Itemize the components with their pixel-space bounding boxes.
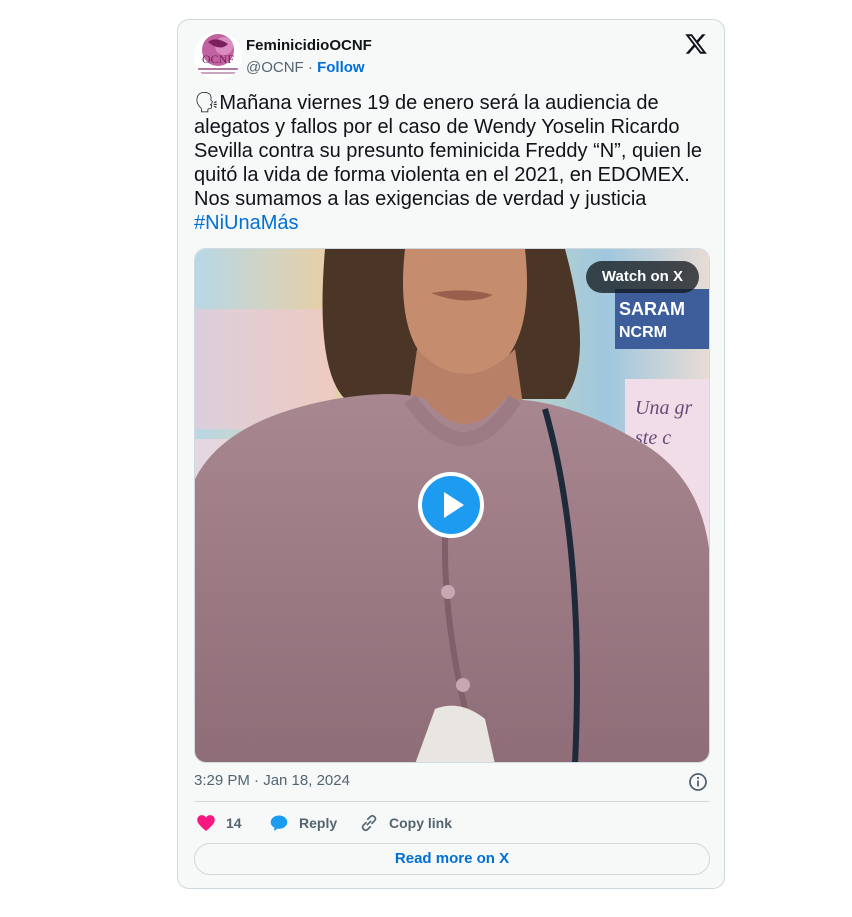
author-handle[interactable]: @OCNF <box>246 59 304 76</box>
divider <box>194 801 710 802</box>
hashtag-link[interactable]: #NiUnaMás <box>194 212 298 234</box>
copy-link-button[interactable]: Copy link <box>359 812 452 834</box>
svg-text:Una gr: Una gr <box>635 397 692 419</box>
svg-text:NCRM: NCRM <box>619 324 667 341</box>
avatar[interactable]: OCNF <box>194 32 242 80</box>
separator-dot: · <box>303 59 318 76</box>
video-player[interactable]: SARAM NCRM Una gr ste c Watch on X <box>194 248 710 763</box>
tweet-body: Mañana viernes 19 de enero será la audie… <box>194 92 708 210</box>
x-logo-icon[interactable] <box>684 32 708 56</box>
tweet-text: 🗣Mañana viernes 19 de enero será la audi… <box>194 91 710 235</box>
like-count: 14 <box>226 815 242 831</box>
tweet-timestamp[interactable]: 3:29 PM · Jan 18, 2024 <box>194 772 350 789</box>
follow-button[interactable]: Follow <box>317 59 365 76</box>
speaking-head-emoji: 🗣 <box>194 92 220 114</box>
svg-text:SARAM: SARAM <box>619 299 685 319</box>
ocnf-logo-icon: OCNF <box>194 32 242 80</box>
author-handle-row: @OCNF · Follow <box>246 59 365 76</box>
play-icon <box>444 492 464 518</box>
like-button[interactable]: 14 <box>196 812 242 834</box>
reply-button[interactable]: Reply <box>269 812 337 834</box>
reply-label: Reply <box>299 815 338 831</box>
author-display-name[interactable]: FeminicidioOCNF <box>246 37 372 54</box>
link-icon <box>361 814 377 832</box>
svg-text:OCNF: OCNF <box>202 52 234 66</box>
info-icon[interactable] <box>688 772 708 792</box>
heart-icon <box>197 815 215 831</box>
read-more-button[interactable]: Read more on X <box>194 843 710 875</box>
reply-bubble-icon <box>270 815 288 831</box>
watch-on-x-button[interactable]: Watch on X <box>585 261 699 293</box>
tweet-embed-card: OCNF FeminicidioOCNF @OCNF · Follow 🗣Mañ… <box>177 19 725 889</box>
play-button[interactable] <box>418 472 484 538</box>
copy-link-label: Copy link <box>389 815 453 831</box>
